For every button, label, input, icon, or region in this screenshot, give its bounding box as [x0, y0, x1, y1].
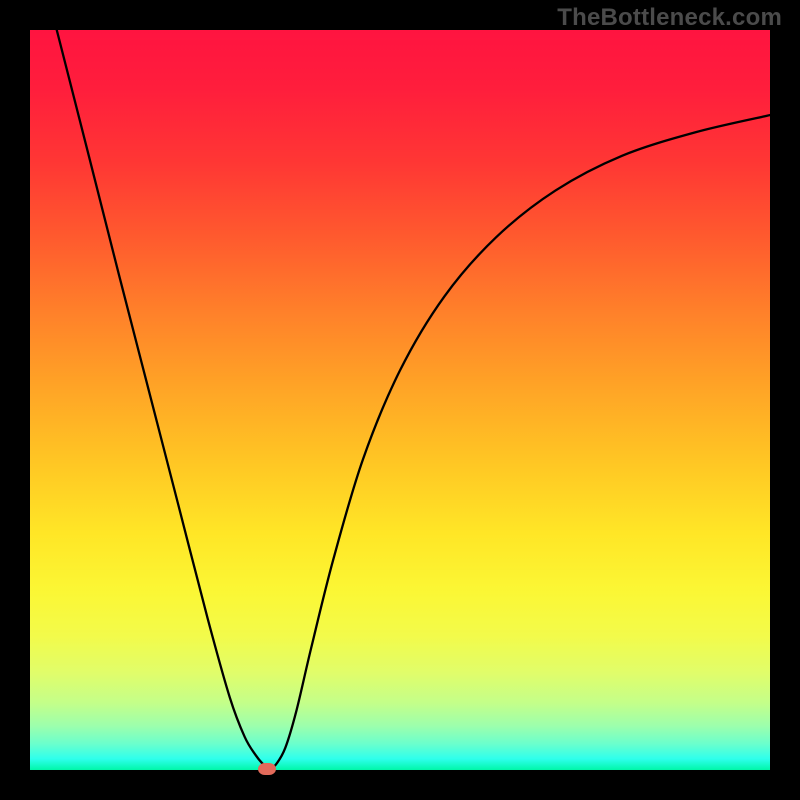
- curve-path: [30, 30, 770, 768]
- plot-area: [30, 30, 770, 770]
- watermark-text: TheBottleneck.com: [557, 4, 782, 32]
- min-marker: [258, 763, 276, 775]
- curve-svg: [30, 30, 770, 770]
- chart-container: TheBottleneck.com: [0, 0, 800, 800]
